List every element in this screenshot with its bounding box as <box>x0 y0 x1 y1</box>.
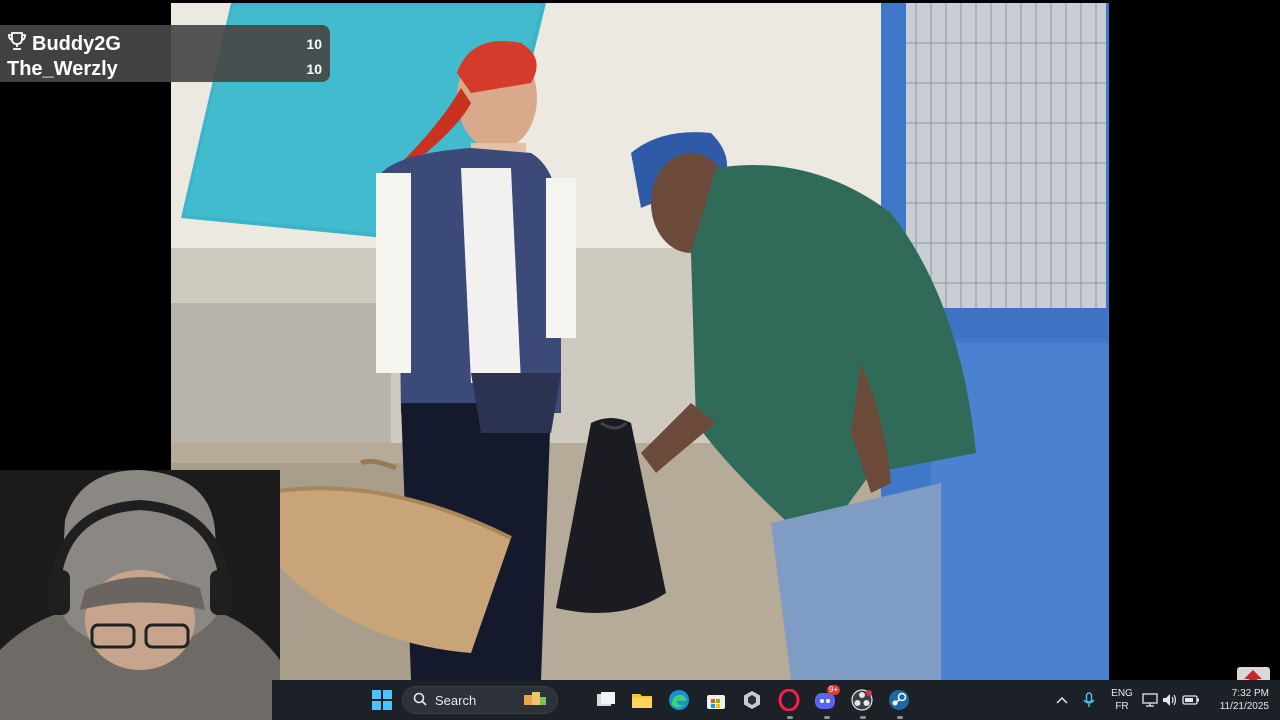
windows-start-icon[interactable] <box>370 688 394 712</box>
running-indicator <box>860 716 866 719</box>
steam-icon[interactable] <box>887 688 911 712</box>
search-placeholder: Search <box>435 692 477 708</box>
search-input[interactable]: Search <box>402 686 558 714</box>
language-indicator[interactable]: ENG FR <box>1110 687 1134 713</box>
discord-icon[interactable]: 9+ <box>814 685 841 712</box>
scoreboard-row: Buddy2G 10 <box>7 32 322 56</box>
opera-gx-icon[interactable] <box>777 688 801 712</box>
running-indicator <box>824 716 830 719</box>
obs-icon[interactable] <box>850 688 874 712</box>
widgets-icon[interactable] <box>523 689 549 712</box>
scoreboard-overlay: Buddy2G 10 The_Werzly 10 <box>0 25 330 82</box>
webcam-feed <box>0 470 280 720</box>
player-name: Buddy2G <box>32 32 121 55</box>
edge-browser-icon[interactable] <box>667 688 691 712</box>
app-cube-icon[interactable] <box>740 688 764 712</box>
player-name: The_Werzly <box>7 57 118 80</box>
microphone-icon[interactable] <box>1077 688 1101 712</box>
player-score: 10 <box>306 36 322 52</box>
player-score: 10 <box>306 61 322 77</box>
file-explorer-icon[interactable] <box>630 688 654 712</box>
windows-taskbar: Search 9+ ENG FR 7:32 PM 11/21/2025 <box>272 680 1280 720</box>
video-frame <box>171 3 1109 680</box>
battery-icon[interactable] <box>1179 688 1203 712</box>
video-player[interactable]: 1 <box>171 3 1109 680</box>
microsoft-store-icon[interactable] <box>704 688 728 712</box>
system-clock[interactable]: 7:32 PM 11/21/2025 <box>1209 687 1269 713</box>
clock-date: 11/21/2025 <box>1219 701 1269 712</box>
screen: 1 Buddy2G 10 The_Werzly 10 <box>0 0 1280 720</box>
running-indicator <box>897 716 903 719</box>
clock-time: 7:32 PM <box>1231 688 1269 699</box>
chevron-up-icon[interactable] <box>1050 688 1074 712</box>
notification-badge: 9+ <box>827 685 841 695</box>
scoreboard-row: The_Werzly 10 <box>7 57 322 81</box>
search-icon <box>413 692 427 709</box>
running-indicator <box>787 716 793 719</box>
task-view-icon[interactable] <box>594 688 618 712</box>
trophy-icon <box>7 31 27 57</box>
